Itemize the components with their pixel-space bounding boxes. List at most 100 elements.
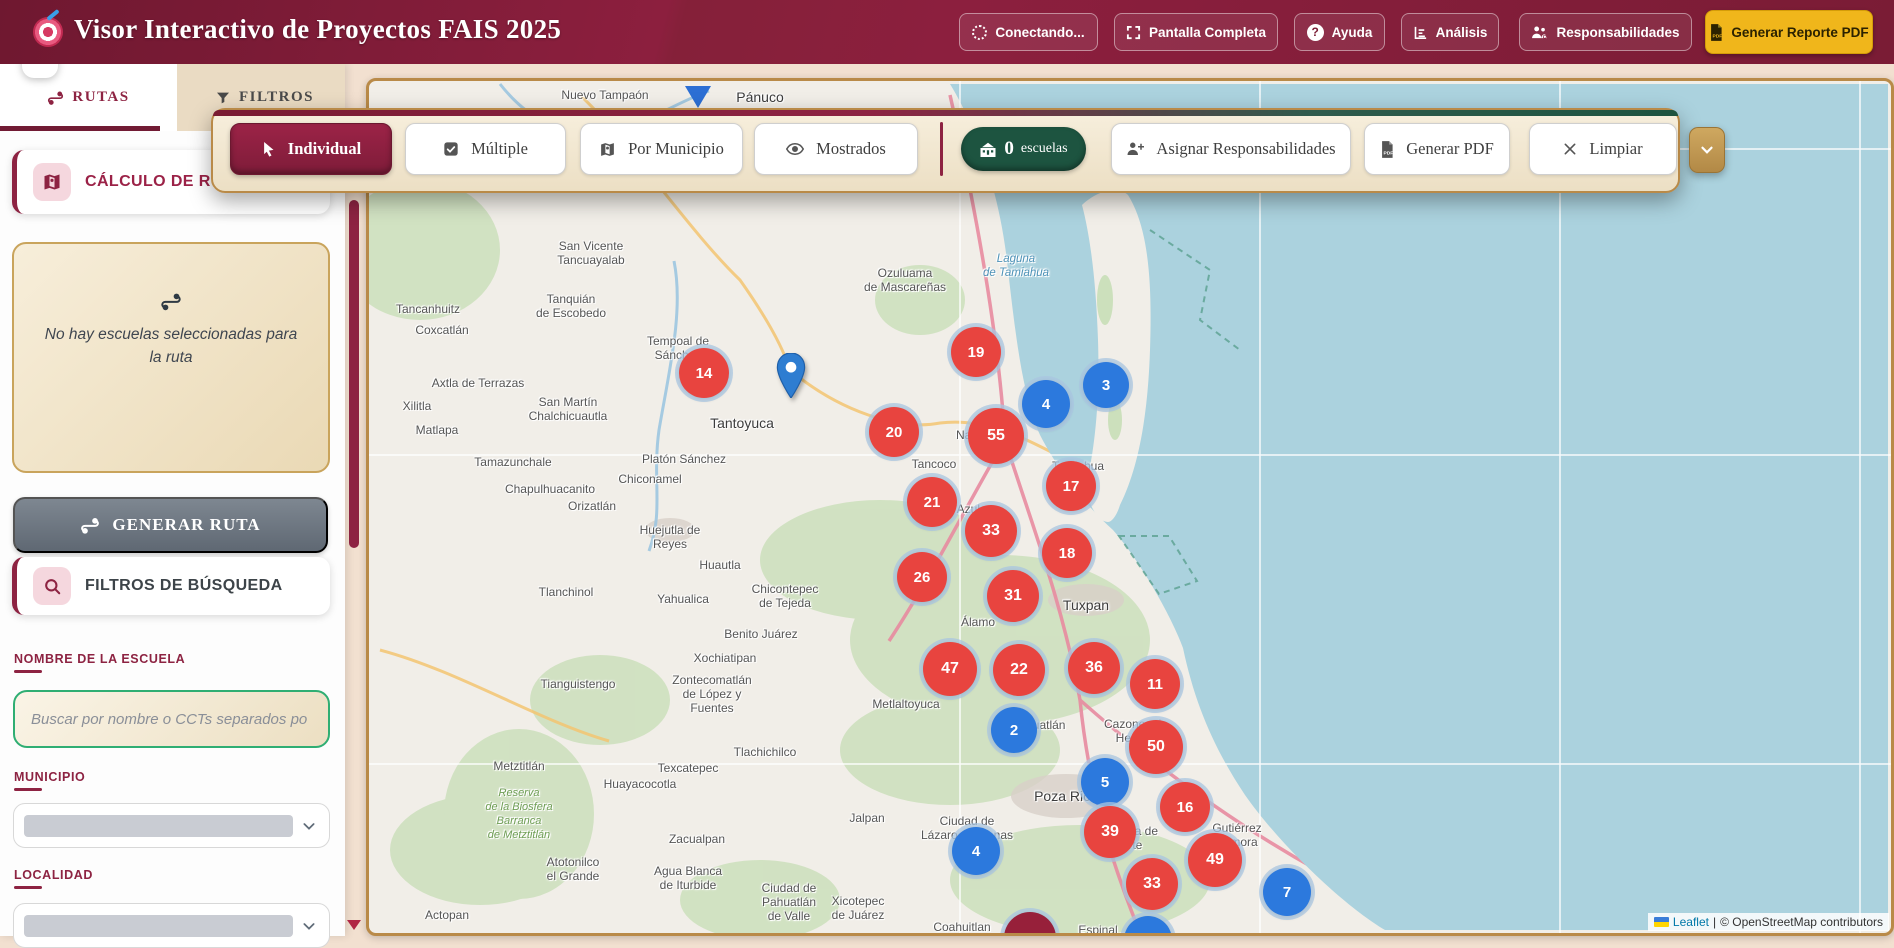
map-icon — [599, 141, 616, 158]
map-cluster-marker[interactable]: 3 — [1083, 362, 1129, 408]
map-route-icon — [33, 163, 71, 201]
map-cluster-marker[interactable]: 33 — [965, 505, 1017, 557]
cluster-count: 14 — [696, 365, 713, 382]
map-place-label: Tantoyuca — [710, 416, 774, 430]
map-cluster-marker[interactable] — [1004, 912, 1056, 936]
map-cluster-marker[interactable]: 11 — [1130, 659, 1180, 709]
map-cluster-marker[interactable] — [1124, 916, 1172, 936]
map-place-label: Huautla — [699, 558, 740, 572]
map-cluster-marker[interactable]: 36 — [1068, 642, 1120, 694]
map-place-label: Chicontepec de Tejeda — [752, 582, 819, 610]
chevron-down-icon — [1698, 141, 1716, 159]
map-cluster-marker[interactable]: 55 — [968, 408, 1024, 464]
map-place-label: Agua Blanca de Iturbide — [654, 864, 722, 892]
generate-report-pdf-button[interactable]: PDF Generar Reporte PDF — [1705, 10, 1873, 54]
school-icon — [979, 142, 997, 157]
cluster-count: 49 — [1206, 851, 1224, 869]
map-place-label: Atotonilco el Grande — [547, 855, 600, 883]
map-cluster-marker[interactable]: 20 — [869, 407, 919, 457]
assign-responsibilities-button[interactable]: Asignar Responsabilidades — [1111, 123, 1351, 175]
cluster-count: 11 — [1147, 676, 1163, 693]
map-place-label: Tlachichilco — [734, 745, 797, 759]
cluster-count: 18 — [1059, 545, 1076, 562]
sidebar: RUTAS FILTROS CÁLCULO DE RUTA No hay esc… — [0, 64, 345, 936]
map-cluster-marker[interactable]: 5 — [1081, 758, 1129, 806]
map-cluster-marker[interactable]: 7 — [1263, 868, 1311, 916]
leaflet-link[interactable]: Leaflet — [1673, 915, 1709, 929]
map-cluster-marker[interactable]: 18 — [1042, 528, 1092, 578]
map-cluster-marker[interactable]: 4 — [1022, 380, 1070, 428]
map-cluster-marker[interactable]: 22 — [993, 644, 1045, 696]
map-cluster-marker[interactable]: 33 — [1126, 858, 1178, 910]
map-cluster-marker[interactable]: 16 — [1160, 782, 1210, 832]
sidebar-scrollbar[interactable] — [349, 200, 359, 548]
map-place-label: Xicotepec de Juárez — [832, 894, 885, 922]
mode-multiple-button[interactable]: Múltiple — [405, 123, 566, 175]
mode-mostrados-button[interactable]: Mostrados — [754, 123, 918, 175]
mode-multiple-label: Múltiple — [471, 139, 528, 159]
generate-pdf-button[interactable]: PDF Generar PDF — [1364, 123, 1510, 175]
map-place-label: Nuevo Tampaón — [561, 88, 648, 102]
map-triangle-marker[interactable] — [685, 86, 711, 108]
spinner-icon — [972, 25, 987, 40]
toolbar-collapse-button[interactable] — [1689, 127, 1725, 173]
map-cluster-marker[interactable]: 2 — [991, 707, 1037, 753]
eye-icon — [786, 142, 804, 156]
map-cluster-marker[interactable]: 39 — [1084, 806, 1136, 858]
map-cluster-marker[interactable]: 31 — [987, 570, 1039, 622]
municipio-select[interactable] — [13, 803, 330, 848]
map-place-label: Tlanchinol — [539, 585, 594, 599]
cluster-count: 4 — [972, 843, 980, 860]
clear-button[interactable]: Limpiar — [1529, 123, 1677, 175]
map-cluster-marker[interactable]: 14 — [679, 348, 729, 398]
localidad-label: LOCALIDAD — [14, 868, 93, 882]
map-cluster-marker[interactable]: 19 — [951, 327, 1001, 377]
map-cluster-marker[interactable]: 47 — [923, 642, 977, 696]
localidad-select[interactable] — [13, 903, 330, 948]
cluster-count: 16 — [1177, 799, 1194, 816]
map-place-label: Orizatlán — [568, 499, 616, 513]
toolbar-accent-bar — [213, 110, 1678, 116]
generate-route-label: GENERAR RUTA — [112, 515, 260, 535]
generate-route-button[interactable]: GENERAR RUTA — [13, 497, 328, 553]
map-place-label: Chapulhuacanito — [505, 482, 595, 496]
map-place-label: Metlaltoyuca — [872, 697, 939, 711]
map-place-label: Reserva de la Biosfera Barranca de Metzt… — [485, 786, 552, 842]
map-cluster-marker[interactable]: 50 — [1129, 720, 1183, 774]
map-cluster-marker[interactable]: 4 — [952, 827, 1000, 875]
chart-icon — [1413, 25, 1428, 40]
responsibilities-button[interactable]: Responsabilidades — [1519, 13, 1692, 51]
map-pin-marker[interactable] — [776, 353, 806, 398]
mode-por-municipio-button[interactable]: Por Municipio — [580, 123, 743, 175]
map-place-label: Pánuco — [736, 90, 783, 104]
fullscreen-label: Pantalla Completa — [1149, 25, 1266, 40]
analysis-label: Análisis — [1436, 25, 1488, 40]
help-icon: ? — [1307, 24, 1324, 41]
map-cluster-marker[interactable]: 21 — [907, 477, 957, 527]
map-cluster-marker[interactable]: 26 — [897, 552, 947, 602]
map-place-label: Álamo — [961, 615, 995, 629]
analysis-button[interactable]: Análisis — [1401, 13, 1499, 51]
map-container[interactable]: Nuevo TampaónPánucoSan Vicente Tancuayal… — [366, 78, 1894, 936]
fullscreen-icon — [1126, 25, 1141, 40]
fullscreen-button[interactable]: Pantalla Completa — [1114, 13, 1278, 51]
help-button[interactable]: ? Ayuda — [1294, 13, 1385, 51]
map-cluster-marker[interactable]: 17 — [1046, 461, 1096, 511]
map-cluster-marker[interactable]: 49 — [1188, 833, 1242, 887]
toolbar-divider — [940, 122, 943, 176]
scroll-down-indicator[interactable] — [347, 920, 361, 930]
map-place-label: Zontecomatlán de López y Fuentes — [672, 673, 751, 715]
school-search-input[interactable] — [13, 690, 330, 748]
mode-individual-button[interactable]: Individual — [230, 123, 392, 175]
map-place-label: Metztitlán — [493, 759, 544, 773]
map-place-label: Tianguistengo — [541, 677, 616, 691]
map-place-label: Benito Juárez — [724, 627, 797, 641]
cluster-count: 22 — [1010, 661, 1028, 679]
people-icon — [1531, 25, 1548, 40]
route-icon — [80, 515, 100, 535]
cluster-count: 31 — [1004, 587, 1022, 605]
map-place-label: Huayacocotla — [604, 777, 677, 791]
empty-route-message: No hay escuelas seleccionadas para la ru… — [14, 317, 328, 369]
connecting-button[interactable]: Conectando... — [959, 13, 1098, 51]
responsibilities-label: Responsabilidades — [1556, 25, 1679, 40]
